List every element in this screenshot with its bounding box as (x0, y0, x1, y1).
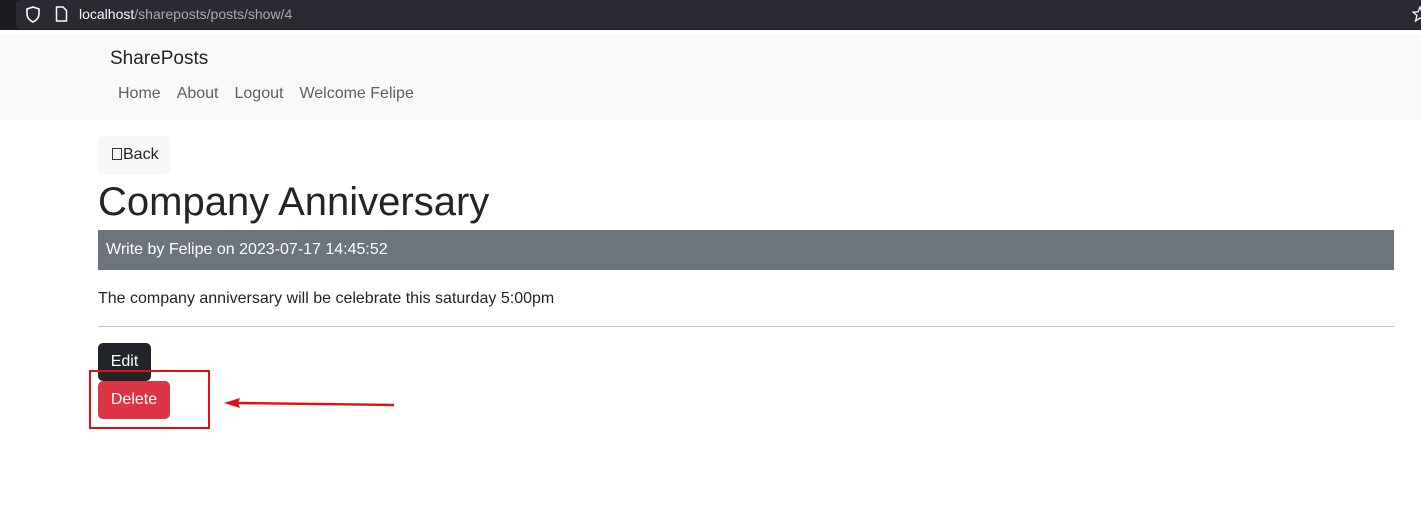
nav-link-welcome[interactable]: Welcome Felipe (299, 84, 413, 104)
page-icon (55, 6, 68, 22)
post-meta: Write by Felipe on 2023-07-17 14:45:52 (98, 230, 1394, 270)
url-text[interactable]: localhost/shareposts/posts/show/4 (79, 6, 292, 23)
nav-link-logout[interactable]: Logout (235, 84, 284, 104)
back-button-label: Back (123, 146, 159, 163)
navbar-brand[interactable]: SharePosts (110, 48, 208, 70)
browser-toolbar: localhost/shareposts/posts/show/4 (0, 0, 1421, 30)
divider (98, 326, 1394, 327)
post-title: Company Anniversary (98, 180, 490, 224)
annotation-highlight-box (89, 370, 210, 429)
arrow-left-icon (224, 398, 395, 408)
star-icon[interactable] (1412, 6, 1421, 22)
missing-glyph-icon (112, 148, 122, 160)
nav-link-home[interactable]: Home (118, 84, 161, 104)
navbar: SharePosts Home About Logout Welcome Felipe (0, 34, 1421, 120)
back-button[interactable]: Back (98, 136, 170, 174)
shield-icon[interactable] (25, 6, 41, 23)
url-path: /shareposts/posts/show/4 (134, 6, 293, 22)
post-body: The company anniversary will be celebrat… (98, 290, 555, 307)
nav-link-about[interactable]: About (177, 84, 219, 104)
url-host: localhost (79, 6, 135, 22)
nav-links: Home About Logout Welcome Felipe (118, 84, 430, 104)
